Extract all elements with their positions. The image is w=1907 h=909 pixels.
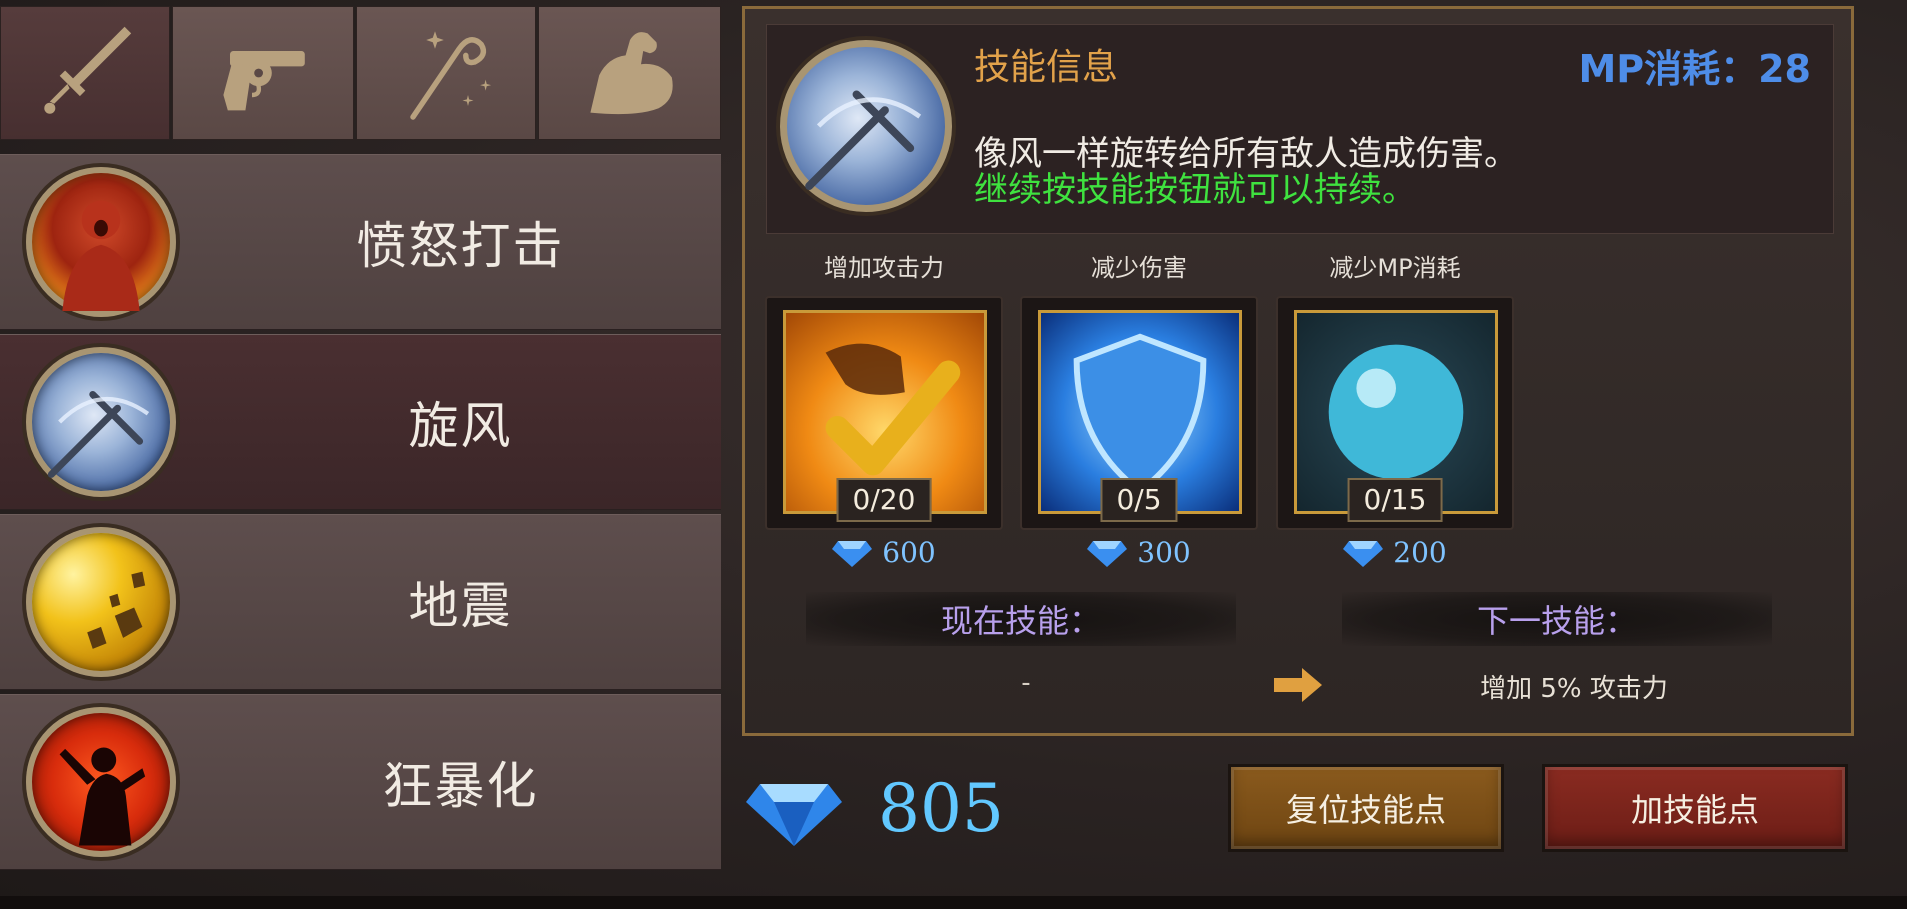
tab-gun[interactable]: [172, 6, 354, 140]
flexed-arm-icon: [589, 32, 673, 115]
upgrade-defense-button[interactable]: 0/5: [1020, 296, 1258, 530]
upgrade-label: 减少MP消耗: [1329, 254, 1461, 282]
next-skill-label: 下一技能：: [1342, 592, 1772, 646]
gem-icon: [832, 540, 873, 567]
skill-hint: 继续按技能按钮就可以持续。: [974, 170, 1416, 210]
tab-strength[interactable]: [538, 6, 721, 140]
mp-cost-label: MP消耗：28: [1578, 47, 1811, 91]
rage-strike-icon: [26, 167, 176, 317]
current-skill-value: -: [1021, 668, 1031, 698]
whirlwind-icon: [26, 347, 176, 497]
tab-magic[interactable]: [356, 6, 536, 140]
upgrade-count: 0/20: [836, 478, 932, 522]
skill-row-whirlwind[interactable]: 旋风: [0, 334, 721, 510]
next-skill-value: 增加 5% 攻击力: [1480, 674, 1668, 704]
reset-skill-points-button[interactable]: 复位技能点: [1228, 764, 1504, 852]
gem-balance: 805: [878, 770, 1004, 847]
berserk-icon: [26, 707, 176, 857]
skill-name: 愤怒打击: [356, 217, 565, 275]
magic-staff-icon: [410, 31, 492, 120]
current-skill-label: 现在技能：: [806, 592, 1236, 646]
upgrade-cost: 300: [1020, 536, 1258, 569]
upgrade-count: 0/15: [1347, 478, 1443, 522]
skill-row-rage-strike[interactable]: 愤怒打击: [0, 154, 721, 330]
add-skill-point-button[interactable]: 加技能点: [1542, 764, 1848, 852]
skill-row-berserk[interactable]: 狂暴化: [0, 694, 721, 870]
skill-row-earthquake[interactable]: 地震: [0, 514, 721, 690]
upgrade-label: 增加攻击力: [824, 254, 944, 282]
upgrade-cost: 200: [1276, 536, 1514, 569]
skill-info-title: 技能信息: [974, 47, 1119, 88]
revolver-icon: [223, 51, 305, 111]
gem-icon: [746, 784, 842, 846]
upgrade-attack-button[interactable]: 0/20: [765, 296, 1003, 530]
tab-sword[interactable]: [0, 6, 170, 140]
sword-icon: [44, 26, 132, 114]
whirlwind-icon: [780, 40, 952, 212]
upgrade-label: 减少伤害: [1091, 254, 1187, 282]
upgrade-count: 0/5: [1100, 478, 1178, 522]
gem-icon: [1343, 540, 1384, 567]
skill-name: 狂暴化: [382, 757, 539, 815]
earthquake-icon: [26, 527, 176, 677]
gem-icon: [1087, 540, 1128, 567]
upgrade-mp-button[interactable]: 0/15: [1276, 296, 1514, 530]
bottom-strip: [0, 896, 1907, 909]
arrow-right-icon: [1274, 668, 1322, 702]
skill-name: 地震: [408, 577, 513, 635]
skill-name: 旋风: [408, 397, 513, 455]
upgrade-cost: 600: [765, 536, 1003, 569]
